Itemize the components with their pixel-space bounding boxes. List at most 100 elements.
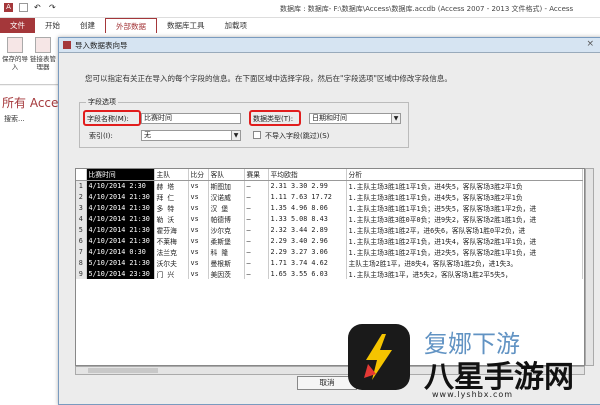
table-row: 4 4/10/2014 21:30 勒 沃 vs 帕德博 –1.33 5.08 8.43 1…	[76, 213, 583, 224]
table-row: 1 4/10/2014 2:30 赫 塔 vs 斯图加 –2.31 3.30 2.99 1.…	[76, 180, 583, 191]
column-header[interactable]: 比赛时间	[86, 169, 155, 181]
table-cell: 5	[76, 224, 87, 235]
table-cell: 帕德博	[208, 213, 245, 224]
watermark-logo-icon	[348, 324, 410, 390]
tab-external-data[interactable]: 外部数据	[105, 18, 157, 33]
table-cell: 1.主队主场3胜1胜2平1负，进1失4，客队客场2胜1平1负，进	[346, 235, 583, 246]
chevron-down-icon: ▼	[391, 114, 400, 123]
window-title: 数据库 : 数据库- F:\数据库\Access\数据库.accdb (Acce…	[280, 5, 574, 13]
table-cell: 沙尔克	[208, 224, 245, 235]
index-label: 索引(I):	[89, 132, 113, 140]
table-cell: 4/10/2014 21:30	[86, 213, 155, 224]
table-cell: 1.11 7.63 17.72	[268, 191, 347, 202]
table-cell: 9	[76, 268, 87, 279]
tab-file[interactable]: 文件	[0, 18, 35, 33]
table-cell: –	[244, 268, 269, 279]
tab-add-ins[interactable]: 加载项	[215, 18, 258, 33]
index-select[interactable]: 无 ▼	[141, 130, 241, 141]
title-bar: A ↶ ↷ 数据库 : 数据库- F:\数据库\Access\数据库.accdb…	[0, 0, 600, 18]
tab-home[interactable]: 开始	[35, 18, 70, 33]
navigation-pane: 所有 Access 搜索...	[0, 86, 71, 405]
table-cell: vs	[188, 246, 209, 257]
table-cell: 勒 沃	[154, 213, 189, 224]
column-header[interactable]: 平均欧指	[268, 169, 347, 181]
column-header[interactable]: 比分	[188, 169, 209, 181]
table-row: 2 4/10/2014 21:30 拜 仁 vs 汉诺威 –1.11 7.63 17.72…	[76, 191, 583, 202]
index-value: 无	[144, 131, 151, 139]
skip-field-checkbox[interactable]	[253, 131, 261, 139]
saved-imports-label: 保存的导入	[2, 55, 28, 71]
table-cell: 4/10/2014 21:30	[86, 191, 155, 202]
column-header[interactable]	[76, 169, 87, 181]
table-cell: vs	[188, 224, 209, 235]
nav-search[interactable]: 搜索...	[4, 114, 25, 124]
data-type-highlight	[249, 110, 301, 126]
table-cell: 4/10/2014 21:30	[86, 202, 155, 213]
access-app-icon: A	[4, 3, 13, 12]
column-header[interactable]: 客队	[208, 169, 245, 181]
scroll-thumb[interactable]	[88, 368, 158, 373]
table-cell: 主队主场2胜1平，进8失4，客队客场1胜2负，进1失3。	[346, 257, 583, 268]
table-cell: –	[244, 246, 269, 257]
table-row: 9 5/10/2014 23:30 门 兴 vs 美因茨 –1.65 3.55 6.03 1…	[76, 268, 583, 279]
table-cell: –	[244, 191, 269, 202]
table-cell: 4/10/2014 2:30	[86, 180, 155, 191]
undo-icon[interactable]: ↶	[34, 3, 43, 12]
table-cell: 6	[76, 235, 87, 246]
save-icon[interactable]	[19, 3, 28, 12]
quick-access-toolbar: A ↶ ↷	[4, 3, 58, 12]
table-cell: 5/10/2014 23:30	[86, 268, 155, 279]
table-row: 5 4/10/2014 21:30 霍芬海 vs 沙尔克 –2.32 3.44 2.89 1…	[76, 224, 583, 235]
table-cell: –	[244, 213, 269, 224]
close-icon[interactable]: ×	[586, 39, 594, 49]
table-cell: vs	[188, 268, 209, 279]
dialog-title-bar: 导入数据表向导 ×	[59, 38, 600, 53]
table-cell: 不莱梅	[154, 235, 189, 246]
table-cell: 科 隆	[208, 246, 245, 257]
dialog-title: 导入数据表向导	[75, 41, 128, 50]
table-cell: 3	[76, 202, 87, 213]
table-cell: 1.主队主场3胜3胜0平0负；进9失2，客队客场2胜1胜1负，进	[346, 213, 583, 224]
table-cell: 4/10/2014 21:30	[86, 235, 155, 246]
table-cell: 沃尔夫	[154, 257, 189, 268]
dialog-icon	[63, 41, 71, 49]
saved-imports-icon	[7, 37, 23, 53]
linked-table-manager-button[interactable]: 链接表管理器	[30, 37, 56, 71]
table-cell: vs	[188, 235, 209, 246]
table-cell: 门 兴	[154, 268, 189, 279]
table-cell: 2.29 3.27 3.06	[268, 246, 347, 257]
table-cell: 美因茨	[208, 268, 245, 279]
data-type-select[interactable]: 日期和时间 ▼	[309, 113, 401, 124]
table-cell: 柔斯堡	[208, 235, 245, 246]
skip-field-label: 不导入字段(跳过)(S)	[265, 132, 330, 140]
column-header[interactable]: 分析	[346, 169, 583, 181]
chevron-down-icon: ▼	[231, 131, 240, 140]
instruction-text: 您可以指定有关正在导入的每个字段的信息。在下面区域中选择字段，然后在"字段选项"…	[85, 74, 452, 83]
field-name-highlight	[83, 110, 141, 126]
table-cell: –	[244, 180, 269, 191]
ribbon-tabs: 文件 开始 创建 外部数据 数据库工具 加载项	[0, 18, 600, 33]
table-cell: 8	[76, 257, 87, 268]
table-cell: –	[244, 257, 269, 268]
table-cell: 1.主队主场3胜1胜2平，进6失6，客队客场1胜0平2负，进	[346, 224, 583, 235]
table-cell: 斯图加	[208, 180, 245, 191]
table-cell: 4/10/2014 0:30	[86, 246, 155, 257]
table-cell: 汉 堡	[208, 202, 245, 213]
table-cell: 4/10/2014 21:30	[86, 224, 155, 235]
table-row: 3 4/10/2014 21:30 多 特 vs 汉 堡 –1.35 4.96 8.06 1…	[76, 202, 583, 213]
table-cell: 1.主队主场3胜1胜2平1负，进2失5，客队客场2胜1平1负，进	[346, 246, 583, 257]
column-header[interactable]: 主队	[154, 169, 189, 181]
tab-create[interactable]: 创建	[70, 18, 105, 33]
column-header[interactable]: 赛果	[244, 169, 269, 181]
field-name-input[interactable]: 比赛时间	[141, 113, 241, 124]
data-type-value: 日期和时间	[312, 114, 347, 122]
linked-table-manager-icon	[35, 37, 51, 53]
table-cell: 7	[76, 246, 87, 257]
table-cell: –	[244, 235, 269, 246]
saved-imports-button[interactable]: 保存的导入	[2, 37, 28, 71]
redo-icon[interactable]: ↷	[49, 3, 58, 12]
field-options-legend: 字段选项	[86, 97, 118, 107]
table-cell: 曼根斯	[208, 257, 245, 268]
tab-database-tools[interactable]: 数据库工具	[157, 18, 215, 33]
access-window: A ↶ ↷ 数据库 : 数据库- F:\数据库\Access\数据库.accdb…	[0, 0, 600, 405]
